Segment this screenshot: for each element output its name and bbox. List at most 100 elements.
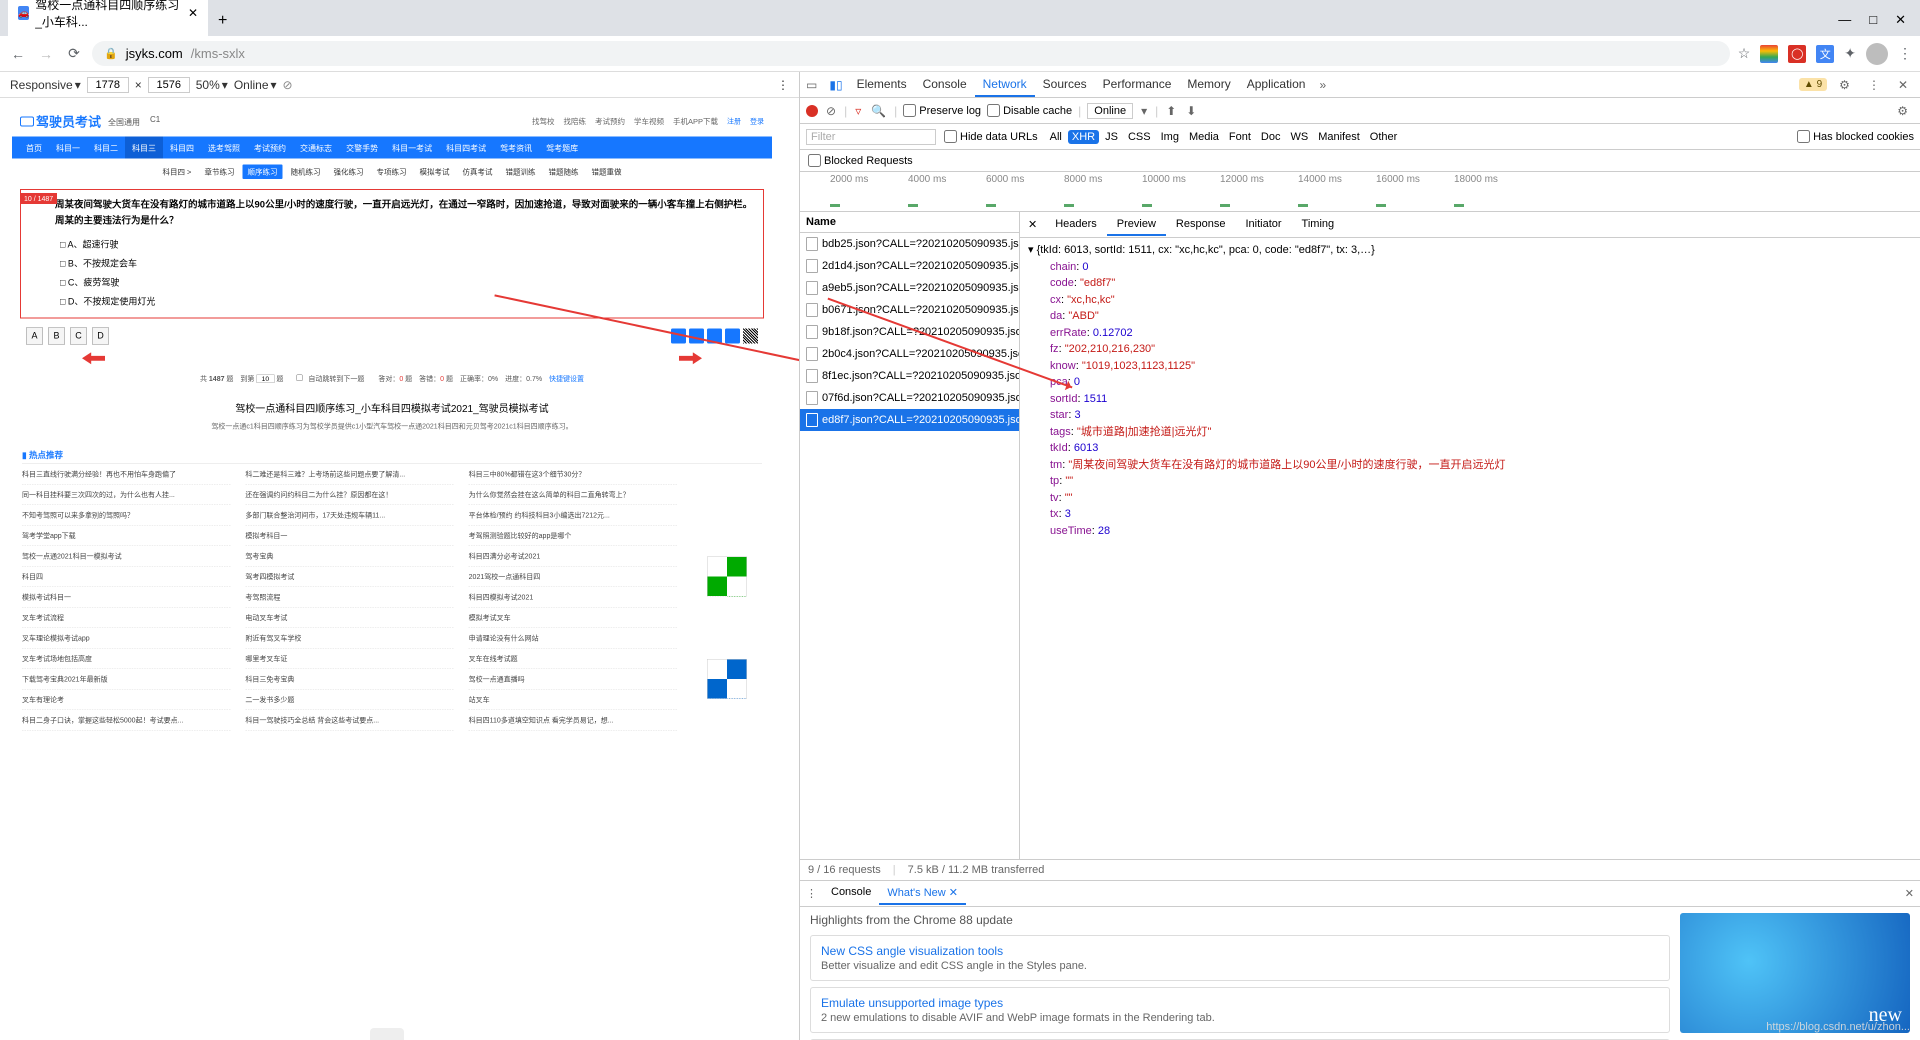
hot-link[interactable]: 2021驾校一点通科目四 bbox=[469, 566, 677, 587]
nav-item[interactable]: 考试预约 bbox=[247, 137, 293, 159]
device-menu-icon[interactable]: ⋮ bbox=[777, 78, 789, 92]
hot-link[interactable]: 申请理论没有什么网站 bbox=[469, 628, 677, 649]
export-icon[interactable]: ⬇ bbox=[1184, 104, 1198, 118]
hot-link[interactable]: 叉车有理论考 bbox=[22, 689, 230, 710]
auth-link[interactable]: 登录 bbox=[750, 116, 764, 127]
hot-link[interactable]: 驾考学堂app下载 bbox=[22, 525, 230, 546]
filter-type[interactable]: Font bbox=[1225, 130, 1255, 144]
devtools-menu-icon[interactable]: ⋮ bbox=[1862, 78, 1886, 92]
next-arrow-button[interactable] bbox=[679, 352, 702, 364]
preserve-log-checkbox[interactable]: Preserve log bbox=[903, 104, 981, 117]
detail-tab[interactable]: Response bbox=[1166, 214, 1236, 236]
devtools-panel-tab[interactable]: Console bbox=[915, 73, 975, 97]
drawer-close-icon[interactable]: ✕ bbox=[1899, 887, 1920, 900]
subnav-item[interactable]: 错题随练 bbox=[544, 165, 584, 180]
top-link[interactable]: 找驾校 bbox=[532, 116, 555, 127]
network-request-row[interactable]: 8f1ec.json?CALL=?20210205090935.json bbox=[800, 365, 1019, 387]
network-request-row[interactable]: 07f6d.json?CALL=?20210205090935.json bbox=[800, 387, 1019, 409]
back-button[interactable]: ← bbox=[8, 46, 28, 62]
filter-type[interactable]: All bbox=[1046, 130, 1066, 144]
device-icon[interactable]: ▮▯ bbox=[823, 78, 848, 92]
qr-icon[interactable] bbox=[743, 328, 758, 343]
url-input[interactable]: 🔒 jsyks.com/kms-sxlx bbox=[92, 41, 1730, 66]
network-request-row[interactable]: a9eb5.json?CALL=?20210205090935.json bbox=[800, 277, 1019, 299]
hot-link[interactable]: 科目一驾驶技巧全总结 背会这些考试要点... bbox=[245, 710, 453, 731]
zoom-select[interactable]: 50% ▾ bbox=[196, 78, 228, 92]
drawer-menu-icon[interactable]: ⋮ bbox=[800, 887, 823, 900]
filter-type[interactable]: Other bbox=[1366, 130, 1402, 144]
network-request-row[interactable]: 9b18f.json?CALL=?20210205090935.json bbox=[800, 321, 1019, 343]
extensions-icon[interactable]: ✦ bbox=[1844, 45, 1856, 62]
top-link[interactable]: 手机APP下载 bbox=[673, 116, 718, 127]
nav-item[interactable]: 首页 bbox=[19, 137, 49, 159]
feature-card[interactable]: Emulate unsupported image types2 new emu… bbox=[810, 987, 1670, 1033]
filter-type[interactable]: XHR bbox=[1068, 130, 1099, 144]
top-link[interactable]: 考试预约 bbox=[595, 116, 625, 127]
top-link[interactable]: 学车视频 bbox=[634, 116, 664, 127]
hot-link[interactable]: 还在强调约问约科目二为什么挂？原因都在这！ bbox=[245, 484, 453, 505]
hot-link[interactable]: 电动叉车考试 bbox=[245, 607, 453, 628]
network-request-row[interactable]: ed8f7.json?CALL=?20210205090935.json bbox=[800, 409, 1019, 431]
translate-ext-icon[interactable]: 文 bbox=[1816, 45, 1834, 63]
menu-icon[interactable]: ⋮ bbox=[1898, 45, 1912, 62]
nav-item[interactable]: 科目四考试 bbox=[439, 137, 493, 159]
auth-link[interactable]: 注册 bbox=[727, 116, 741, 127]
hot-link[interactable]: 多部门联合整治河间市，17天处违规车辆11... bbox=[245, 505, 453, 526]
adblock-ext-icon[interactable]: ◯ bbox=[1788, 45, 1806, 63]
detail-tab[interactable]: Preview bbox=[1107, 214, 1166, 236]
hot-link[interactable]: 模拟考科目一 bbox=[245, 525, 453, 546]
prev-arrow-button[interactable] bbox=[82, 352, 105, 364]
hot-link[interactable]: 二一发书多少题 bbox=[245, 689, 453, 710]
subnav-item[interactable]: 错题训练 bbox=[501, 165, 541, 180]
nav-item[interactable]: 科目四 bbox=[163, 137, 201, 159]
maximize-button[interactable]: □ bbox=[1869, 12, 1877, 28]
nav-item[interactable]: 驾考资讯 bbox=[493, 137, 539, 159]
browser-tab[interactable]: 🚗 驾校一点通科目四顺序练习_小车科... ✕ bbox=[8, 0, 208, 36]
qr-code[interactable] bbox=[692, 525, 762, 628]
cloud2-icon[interactable] bbox=[689, 328, 704, 343]
hot-link[interactable]: 同一科目挂科要三次四次的过，为什么也有人挂... bbox=[22, 484, 230, 505]
network-filter-input[interactable]: Filter bbox=[806, 129, 936, 145]
subnav-item[interactable]: 章节练习 bbox=[199, 165, 239, 180]
hot-link[interactable]: 科目三中80%都错在这3个细节30分？ bbox=[469, 464, 677, 485]
site-logo[interactable]: 驾驶员考试 bbox=[20, 112, 101, 131]
throttle-select[interactable]: Online ▾ bbox=[234, 78, 277, 92]
detail-tab[interactable]: Initiator bbox=[1235, 214, 1291, 236]
detail-tab[interactable]: Headers bbox=[1045, 214, 1107, 236]
subnav-item[interactable]: 仿真考试 bbox=[457, 165, 497, 180]
subnav-item[interactable]: 强化练习 bbox=[328, 165, 368, 180]
nav-item[interactable]: 驾考题库 bbox=[539, 137, 585, 159]
shortcut-link[interactable]: 快捷键设置 bbox=[549, 374, 584, 382]
hot-link[interactable]: 驾考四模拟考试 bbox=[245, 566, 453, 587]
filter-type[interactable]: Img bbox=[1157, 130, 1183, 144]
hot-link[interactable]: 下载驾考宝典2021年最新版 bbox=[22, 669, 230, 690]
close-detail-icon[interactable]: ✕ bbox=[1020, 218, 1045, 231]
blocked-cookies-checkbox[interactable]: Has blocked cookies bbox=[1797, 130, 1914, 143]
hot-link[interactable]: 叉车考试场地包括高度 bbox=[22, 648, 230, 669]
nav-item[interactable]: 科目一考试 bbox=[385, 137, 439, 159]
network-request-row[interactable]: b0671.json?CALL=?20210205090935.json bbox=[800, 299, 1019, 321]
header-tag[interactable]: 全国通用 bbox=[108, 115, 140, 127]
filter-type[interactable]: WS bbox=[1286, 130, 1312, 144]
filter-type[interactable]: Manifest bbox=[1314, 130, 1364, 144]
import-icon[interactable]: ⬆ bbox=[1164, 104, 1178, 118]
hot-link[interactable]: 驾校一点通2021科目一模拟考试 bbox=[22, 546, 230, 567]
hot-link[interactable]: 叉车在线考试题 bbox=[469, 648, 677, 669]
subnav-item[interactable]: 随机练习 bbox=[285, 165, 325, 180]
question-option[interactable]: □ A、超速行驶 bbox=[30, 234, 754, 253]
nav-item[interactable]: 选考驾照 bbox=[201, 137, 247, 159]
devtools-panel-tab[interactable]: Application bbox=[1239, 73, 1314, 97]
search-icon[interactable]: 🔍 bbox=[869, 104, 888, 118]
chat-icon[interactable] bbox=[725, 328, 740, 343]
hot-link[interactable]: 科目二身子口诀，掌握这些轻松5000起！考试要点... bbox=[22, 710, 230, 731]
subnav-item[interactable]: 专项练习 bbox=[371, 165, 411, 180]
filter-type[interactable]: Media bbox=[1185, 130, 1223, 144]
hot-link[interactable]: 科目三直线行驶满分经验！再也不用怕车身跑偏了 bbox=[22, 464, 230, 485]
subnav-item[interactable]: 顺序练习 bbox=[242, 165, 282, 180]
hot-link[interactable]: 叉车考试流程 bbox=[22, 607, 230, 628]
reload-button[interactable]: ⟳ bbox=[64, 45, 84, 62]
hide-urls-checkbox[interactable]: Hide data URLs bbox=[944, 130, 1038, 143]
minimize-button[interactable]: — bbox=[1838, 12, 1851, 28]
nav-item[interactable]: 交警手势 bbox=[339, 137, 385, 159]
filter-icon[interactable]: ▿ bbox=[853, 104, 863, 118]
